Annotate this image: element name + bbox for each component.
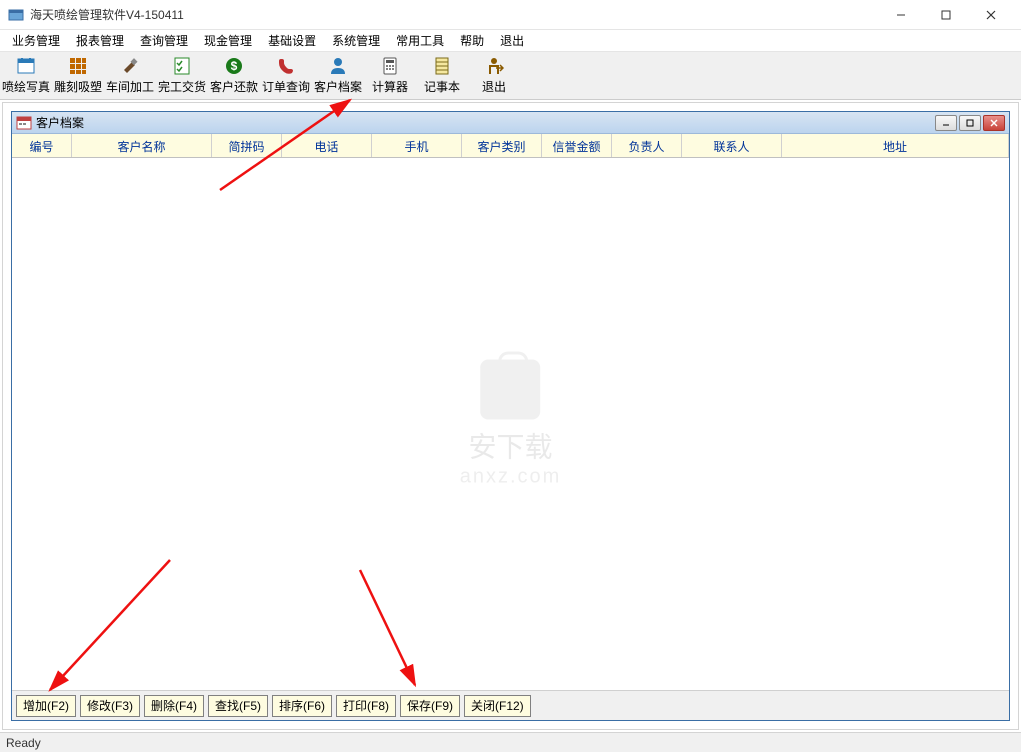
column-header[interactable]: 地址 (782, 134, 1009, 157)
toolbar: 喷绘写真雕刻吸塑车间加工完工交货 $ 客户还款订单查询客户档案计算器记事本 退出 (0, 52, 1021, 100)
menu-item-2[interactable]: 查询管理 (132, 30, 196, 51)
notebook-icon (432, 56, 452, 76)
person-icon (328, 56, 348, 76)
action-button-0[interactable]: 增加(F2) (16, 695, 76, 717)
status-text: Ready (6, 736, 41, 750)
toolbar-money[interactable]: $ 客户还款 (208, 53, 260, 99)
action-button-4[interactable]: 排序(F6) (272, 695, 332, 717)
column-header[interactable]: 手机 (372, 134, 462, 157)
minimize-button[interactable] (878, 1, 923, 29)
toolbar-label: 退出 (482, 78, 506, 95)
calendar-icon (16, 115, 32, 131)
statusbar: Ready (0, 732, 1021, 752)
app-icon (8, 7, 24, 23)
action-button-7[interactable]: 关闭(F12) (464, 695, 531, 717)
maximize-button[interactable] (923, 1, 968, 29)
toolbar-person[interactable]: 客户档案 (312, 53, 364, 99)
calculator-icon (380, 56, 400, 76)
menubar: 业务管理报表管理查询管理现金管理基础设置系统管理常用工具帮助退出 (0, 30, 1021, 52)
watermark: 安下载 anxz.com (460, 360, 562, 489)
toolbar-grid[interactable]: 雕刻吸塑 (52, 53, 104, 99)
column-header[interactable]: 电话 (282, 134, 372, 157)
toolbar-label: 车间加工 (106, 78, 154, 95)
toolbar-notebook[interactable]: 记事本 (416, 53, 468, 99)
column-header[interactable]: 编号 (12, 134, 72, 157)
menu-item-0[interactable]: 业务管理 (4, 30, 68, 51)
action-button-5[interactable]: 打印(F8) (336, 695, 396, 717)
toolbar-hammer[interactable]: 车间加工 (104, 53, 156, 99)
action-button-6[interactable]: 保存(F9) (400, 695, 460, 717)
window-title: 海天喷绘管理软件V4-150411 (30, 6, 878, 23)
toolbar-label: 客户还款 (210, 78, 258, 95)
toolbar-label: 雕刻吸塑 (54, 78, 102, 95)
calendar-icon (16, 56, 36, 76)
hammer-icon (120, 56, 140, 76)
menu-item-3[interactable]: 现金管理 (196, 30, 260, 51)
table: 编号客户名称简拼码电话手机客户类别信誉金额负责人联系人地址 安下载 anxz.c… (12, 134, 1009, 690)
menu-item-1[interactable]: 报表管理 (68, 30, 132, 51)
toolbar-label: 客户档案 (314, 78, 362, 95)
toolbar-label: 喷绘写真 (2, 78, 50, 95)
child-window-customer-archive: 客户档案 编号客户名称简拼码电话手机客户类别信誉金额负责人联系人地址 安下载 a… (11, 111, 1010, 721)
table-header: 编号客户名称简拼码电话手机客户类别信誉金额负责人联系人地址 (12, 134, 1009, 158)
toolbar-calendar[interactable]: 喷绘写真 (0, 53, 52, 99)
toolbar-label: 计算器 (372, 78, 408, 95)
menu-item-7[interactable]: 帮助 (452, 30, 492, 51)
checklist-icon (172, 56, 192, 76)
menu-item-6[interactable]: 常用工具 (388, 30, 452, 51)
toolbar-checklist[interactable]: 完工交货 (156, 53, 208, 99)
toolbar-phone[interactable]: 订单查询 (260, 53, 312, 99)
column-header[interactable]: 信誉金额 (542, 134, 612, 157)
toolbar-label: 订单查询 (262, 78, 310, 95)
exit-icon (484, 56, 504, 76)
grid-icon (68, 56, 88, 76)
mdi-client-area: 客户档案 编号客户名称简拼码电话手机客户类别信誉金额负责人联系人地址 安下载 a… (2, 102, 1019, 730)
child-close-button[interactable] (983, 115, 1005, 131)
svg-text:$: $ (231, 59, 238, 73)
toolbar-label: 完工交货 (158, 78, 206, 95)
table-body[interactable]: 安下载 anxz.com (12, 158, 1009, 690)
column-header[interactable]: 客户类别 (462, 134, 542, 157)
menu-item-4[interactable]: 基础设置 (260, 30, 324, 51)
close-button[interactable] (968, 1, 1013, 29)
phone-icon (276, 56, 296, 76)
toolbar-label: 记事本 (424, 78, 460, 95)
menu-item-8[interactable]: 退出 (492, 30, 532, 51)
toolbar-calculator[interactable]: 计算器 (364, 53, 416, 99)
action-button-2[interactable]: 删除(F4) (144, 695, 204, 717)
child-titlebar[interactable]: 客户档案 (12, 112, 1009, 134)
action-button-3[interactable]: 查找(F5) (208, 695, 268, 717)
money-icon: $ (224, 56, 244, 76)
action-button-bar: 增加(F2)修改(F3)删除(F4)查找(F5)排序(F6)打印(F8)保存(F… (12, 690, 1009, 720)
child-minimize-button[interactable] (935, 115, 957, 131)
menu-item-5[interactable]: 系统管理 (324, 30, 388, 51)
child-maximize-button[interactable] (959, 115, 981, 131)
column-header[interactable]: 客户名称 (72, 134, 212, 157)
child-window-title: 客户档案 (36, 114, 935, 131)
column-header[interactable]: 联系人 (682, 134, 782, 157)
action-button-1[interactable]: 修改(F3) (80, 695, 140, 717)
toolbar-exit[interactable]: 退出 (468, 53, 520, 99)
main-titlebar: 海天喷绘管理软件V4-150411 (0, 0, 1021, 30)
column-header[interactable]: 负责人 (612, 134, 682, 157)
column-header[interactable]: 简拼码 (212, 134, 282, 157)
